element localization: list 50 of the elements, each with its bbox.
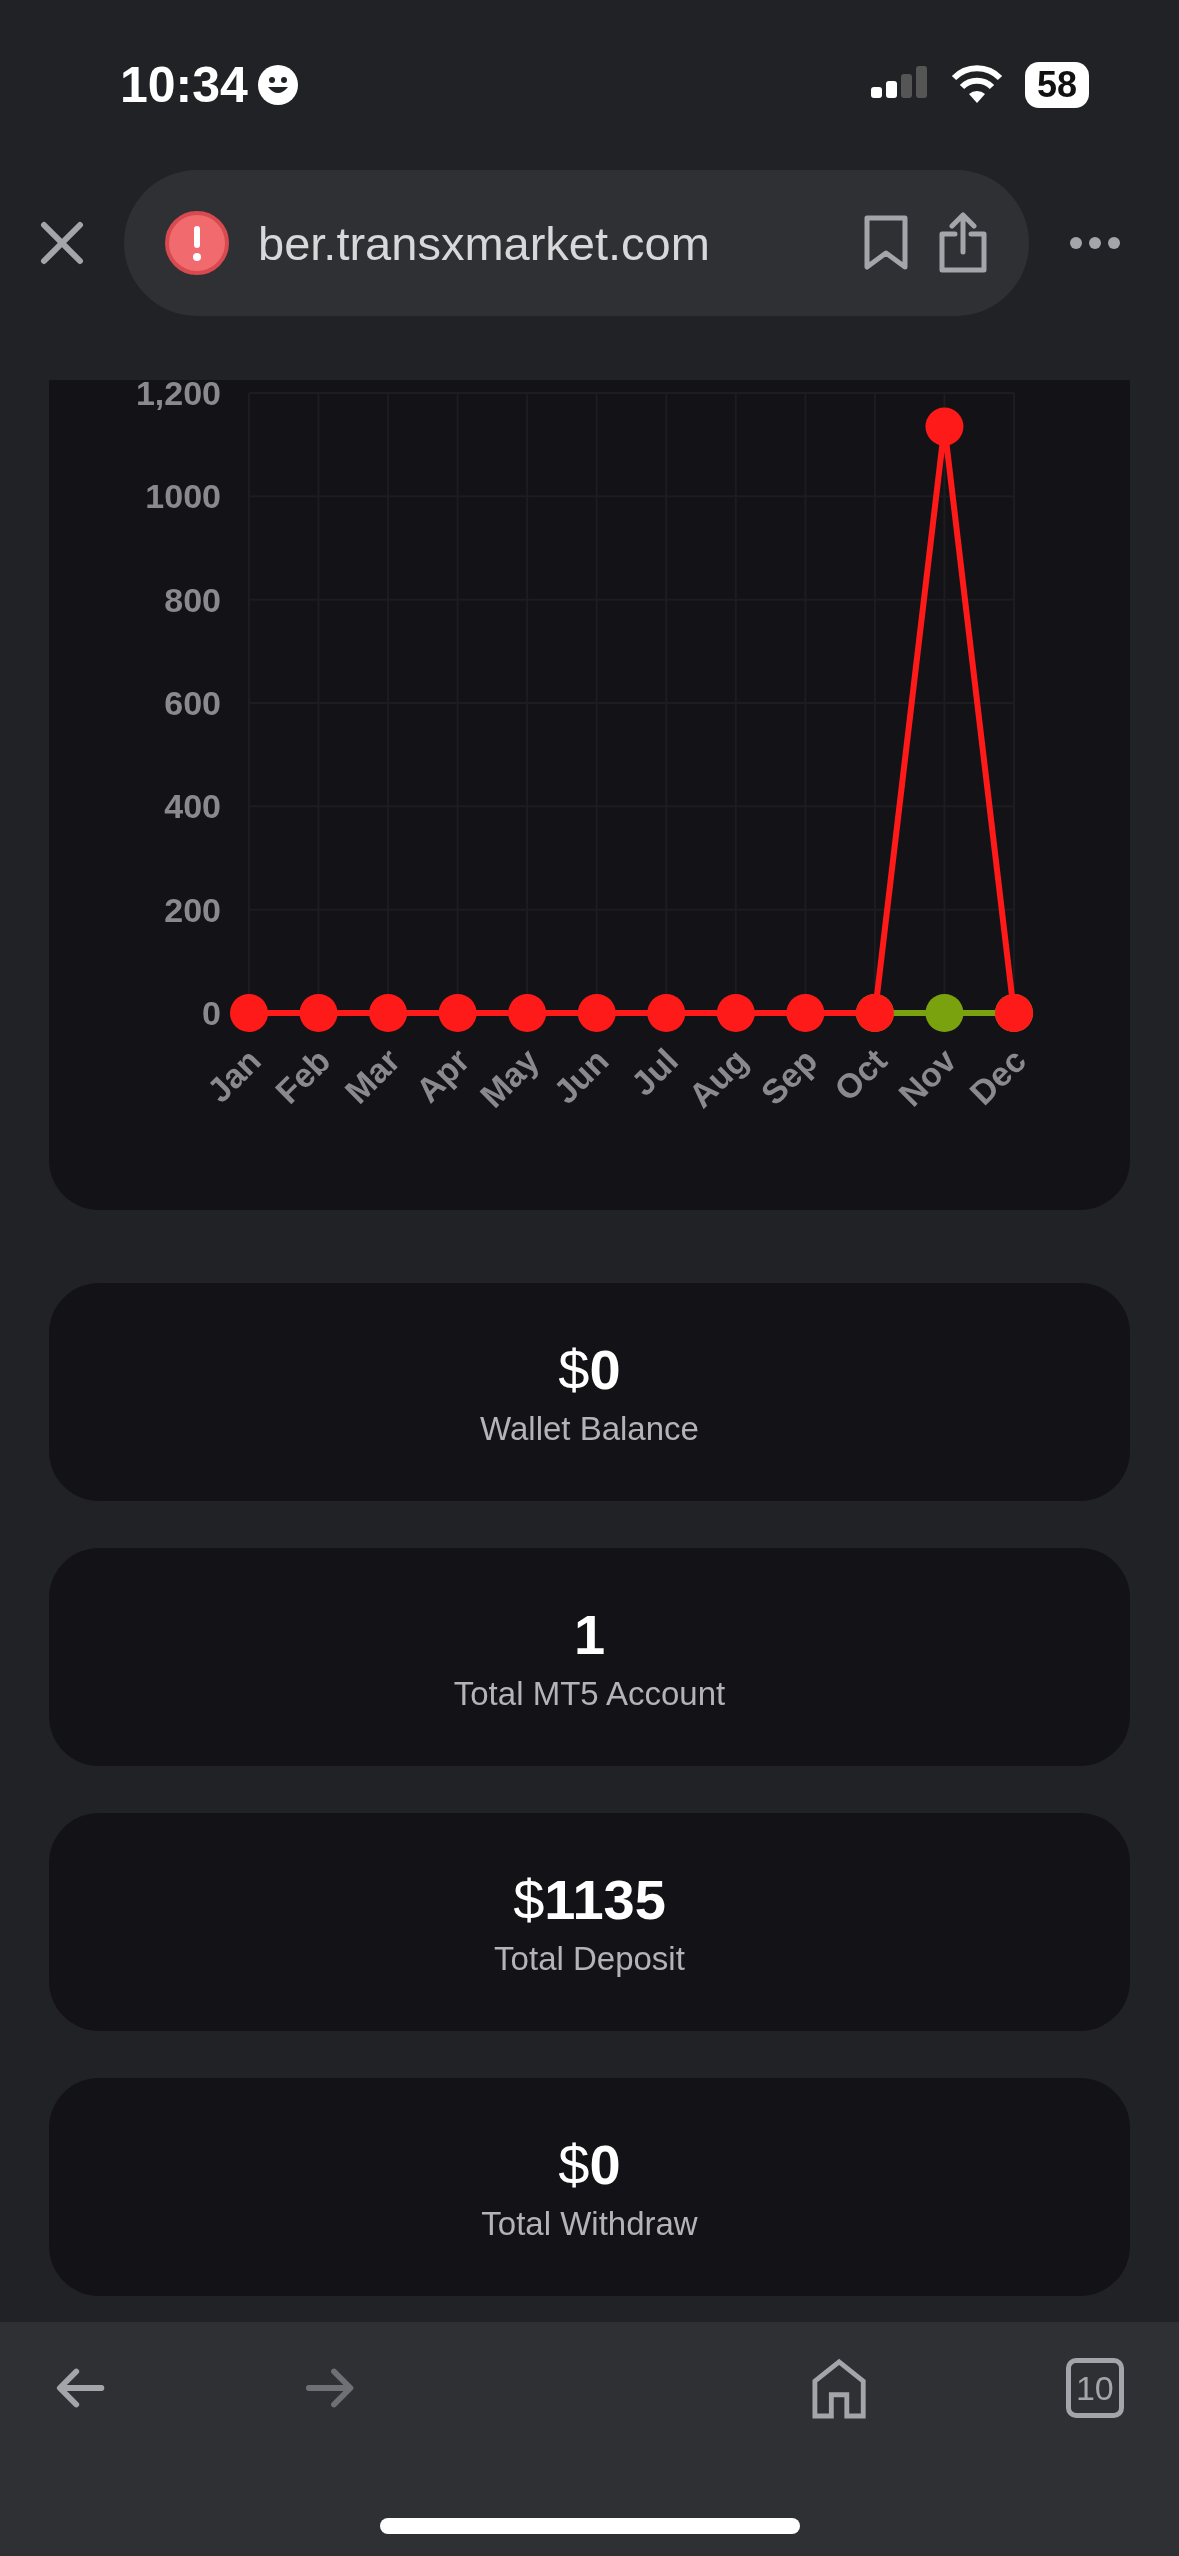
- x-tick-label: Nov: [891, 1041, 964, 1114]
- data-point: [230, 994, 268, 1032]
- back-icon[interactable]: [55, 2366, 106, 2410]
- tabs-button[interactable]: 10: [1065, 2358, 1124, 2418]
- stat-label: Total Deposit: [494, 1939, 685, 1978]
- y-tick-label: 400: [164, 787, 221, 826]
- y-tick-label: 1,200: [135, 380, 221, 412]
- data-point: [577, 994, 616, 1032]
- y-tick-label: 800: [164, 580, 221, 619]
- stat-value: $1135: [513, 1866, 666, 1932]
- x-tick-label: Oct: [826, 1041, 894, 1109]
- stat-value: 1: [573, 1601, 606, 1667]
- stat-value: $0: [558, 2131, 621, 2197]
- x-tick-label: Mar: [337, 1041, 408, 1111]
- data-point: [786, 994, 825, 1032]
- y-tick-label: 600: [164, 684, 221, 722]
- clock: 10:34: [120, 56, 248, 114]
- x-tick-label: Dec: [961, 1041, 1033, 1113]
- x-tick-label: Sep: [753, 1041, 825, 1113]
- data-point: [369, 994, 408, 1032]
- y-tick-label: 1000: [145, 477, 221, 516]
- stat-label: Total Withdraw: [481, 2204, 698, 2243]
- share-icon[interactable]: [937, 212, 989, 274]
- more-icon[interactable]: [1069, 236, 1121, 250]
- y-tick-label: 0: [202, 994, 221, 1032]
- stat-value: $0: [558, 1336, 621, 1402]
- x-tick-label: Jan: [199, 1041, 268, 1110]
- data-point: [925, 407, 964, 446]
- data-point: [716, 994, 755, 1032]
- battery-level: 58: [1024, 62, 1089, 108]
- x-tick-label: Apr: [408, 1041, 477, 1110]
- data-point: [299, 994, 338, 1032]
- url-text: ber.transxmarket.com: [258, 215, 711, 271]
- wifi-icon: [950, 65, 1003, 105]
- y-tick-label: 200: [164, 890, 221, 929]
- forward-icon[interactable]: [305, 2366, 356, 2410]
- stat-label: Total MT5 Account: [453, 1674, 726, 1713]
- smiley-icon: [257, 65, 298, 105]
- bookmark-icon[interactable]: [863, 215, 909, 271]
- data-point: [925, 994, 964, 1032]
- x-tick-label: Jun: [546, 1041, 616, 1111]
- home-icon[interactable]: [811, 2357, 866, 2419]
- data-point: [508, 994, 547, 1032]
- address-bar[interactable]: ber.transxmarket.com: [124, 170, 1029, 316]
- data-point: [647, 994, 686, 1032]
- data-point: [438, 994, 477, 1032]
- x-tick-label: Feb: [267, 1041, 338, 1111]
- close-icon[interactable]: [40, 221, 84, 265]
- stat-label: Wallet Balance: [480, 1409, 699, 1448]
- warning-icon: [164, 210, 230, 276]
